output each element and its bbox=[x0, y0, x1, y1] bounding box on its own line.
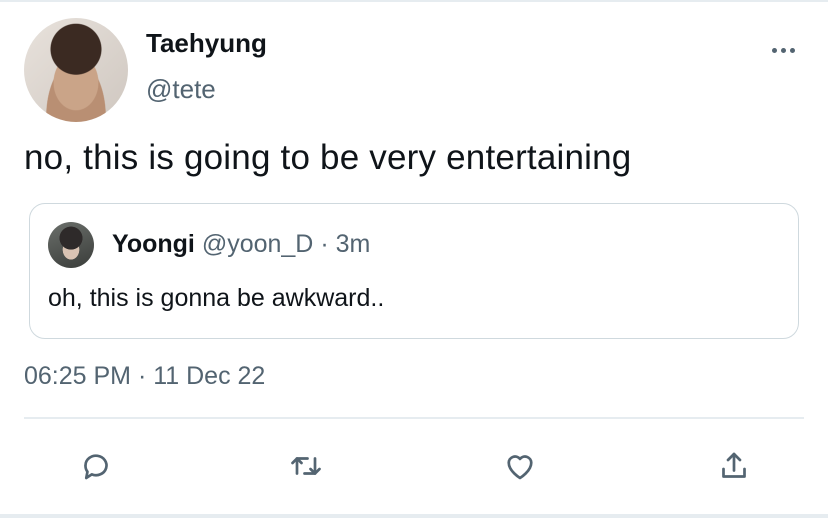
quoted-tweet-text: oh, this is gonna be awkward.. bbox=[48, 284, 385, 312]
author-name[interactable]: Taehyung bbox=[146, 28, 267, 59]
like-icon bbox=[507, 455, 533, 480]
top-divider bbox=[0, 0, 828, 2]
author-avatar[interactable] bbox=[24, 18, 128, 122]
share-icon bbox=[722, 452, 746, 478]
retweet-button[interactable] bbox=[286, 446, 326, 486]
reply-button[interactable] bbox=[76, 446, 116, 486]
quoted-tweet-card[interactable]: Yoongi @yoon_D · 3m oh, this is gonna be… bbox=[29, 203, 799, 339]
quoted-time-ago: 3m bbox=[335, 230, 371, 258]
dot bbox=[790, 47, 795, 53]
more-options-icon[interactable] bbox=[772, 44, 800, 56]
tweet-text: no, this is going to be very entertainin… bbox=[24, 138, 632, 177]
quoted-tweet-header: Yoongi @yoon_D · 3m bbox=[112, 230, 370, 259]
bottom-divider bbox=[0, 514, 828, 518]
dot bbox=[781, 47, 786, 53]
quoted-author-name: Yoongi bbox=[112, 230, 195, 258]
quoted-author-handle: @yoon_D bbox=[201, 230, 314, 258]
meta-separator: · bbox=[313, 230, 336, 258]
retweet-icon bbox=[291, 457, 321, 475]
author-handle[interactable]: @tete bbox=[146, 74, 216, 105]
dot bbox=[772, 47, 777, 53]
like-button[interactable] bbox=[500, 446, 540, 486]
actions-divider bbox=[24, 417, 804, 419]
share-button[interactable] bbox=[714, 446, 754, 486]
tweet-timestamp[interactable]: 06:25 PM · 11 Dec 22 bbox=[24, 362, 265, 391]
reply-icon bbox=[84, 454, 108, 480]
quoted-author-avatar bbox=[48, 222, 94, 268]
